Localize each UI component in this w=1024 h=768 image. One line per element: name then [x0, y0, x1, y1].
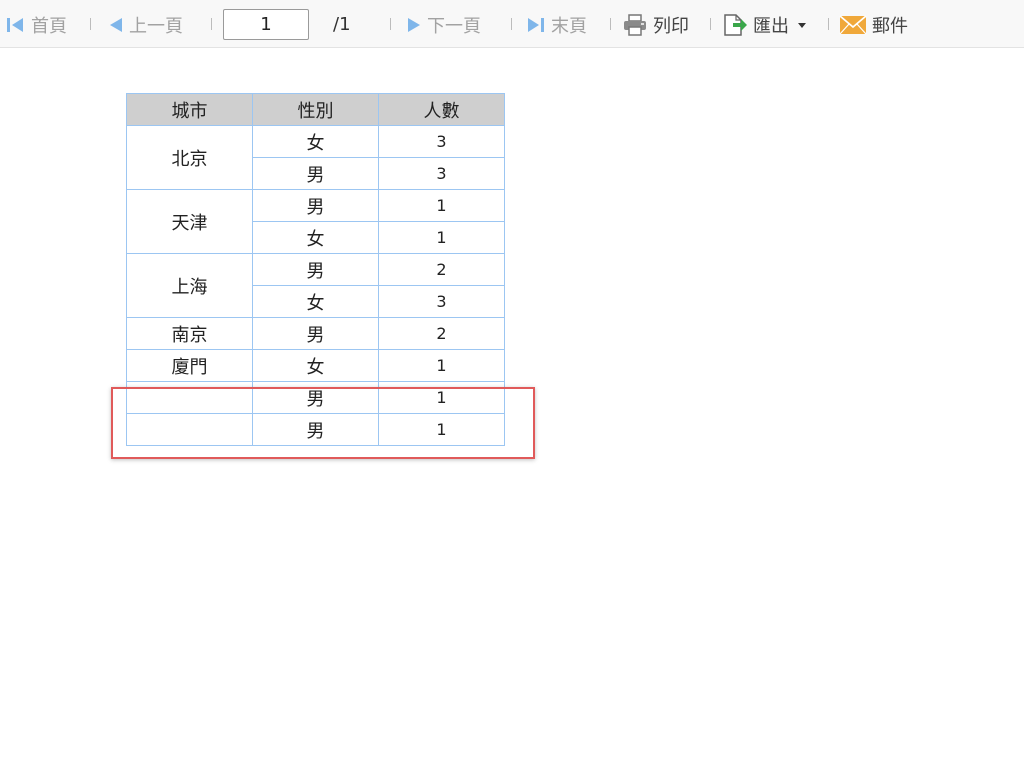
- count-cell: 1: [378, 413, 505, 446]
- first-page-button[interactable]: 首頁: [6, 14, 67, 37]
- mail-button[interactable]: 郵件: [839, 14, 908, 37]
- report-table: 城市 性別 人數 北京女 3 男 3 天津男 1 女 1 上海男 2 女 3 南京男 2 廈門女 1 男 1 男 1: [126, 93, 505, 446]
- first-page-icon: [7, 18, 23, 32]
- city-cell: 北京: [126, 125, 253, 190]
- export-icon: [724, 14, 747, 36]
- print-label: 列印: [653, 16, 689, 37]
- mail-label: 郵件: [872, 16, 908, 37]
- last-page-label: 末頁: [551, 16, 587, 37]
- gender-cell: 男: [252, 381, 379, 414]
- toolbar-divider: [390, 18, 391, 30]
- table-row: 男1: [126, 381, 505, 414]
- first-page-label: 首頁: [31, 16, 67, 37]
- count-cell: 1: [378, 381, 505, 414]
- column-header-gender: 性別: [252, 93, 379, 126]
- printer-icon: [624, 14, 646, 36]
- gender-cell: 女: [252, 349, 379, 382]
- column-header-city: 城市: [126, 93, 253, 126]
- table-header-row: 城市 性別 人數: [126, 93, 505, 126]
- count-cell: 1: [378, 189, 505, 222]
- next-page-label: 下一頁: [427, 16, 481, 37]
- city-cell: [126, 381, 253, 414]
- gender-cell: 男: [252, 413, 379, 446]
- gender-cell: 女: [252, 221, 379, 254]
- toolbar-divider: [90, 18, 91, 30]
- toolbar-divider: [710, 18, 711, 30]
- print-button[interactable]: 列印: [622, 14, 689, 37]
- last-page-icon: [528, 18, 544, 32]
- count-cell: 1: [378, 221, 505, 254]
- mail-icon: [839, 15, 867, 35]
- toolbar-divider: [511, 18, 512, 30]
- count-cell: 3: [378, 285, 505, 318]
- count-cell: 2: [378, 253, 505, 286]
- table-row: 北京女 3: [126, 125, 505, 190]
- count-cell: 3: [378, 157, 505, 190]
- gender-cell: 男: [252, 157, 379, 190]
- export-button[interactable]: 匯出: [722, 14, 809, 37]
- count-cell: 3: [378, 125, 505, 158]
- table-row: 南京男 2: [126, 317, 505, 350]
- toolbar-divider: [828, 18, 829, 30]
- report-toolbar: 首頁 上一頁 /1 下一頁 末頁 列印: [0, 0, 1024, 48]
- count-cell: 2: [378, 317, 505, 350]
- toolbar-divider: [610, 18, 611, 30]
- table-row: 上海男 2: [126, 253, 505, 318]
- page-number-input[interactable]: [223, 9, 309, 40]
- chevron-down-icon: [798, 23, 806, 28]
- city-cell: 上海: [126, 253, 253, 318]
- column-header-count: 人數: [378, 93, 505, 126]
- prev-page-button[interactable]: 上一頁: [108, 14, 183, 37]
- last-page-button[interactable]: 末頁: [526, 14, 587, 37]
- gender-cell: 男: [252, 317, 379, 350]
- gender-cell: 女: [252, 285, 379, 318]
- city-cell: [126, 413, 253, 446]
- prev-page-label: 上一頁: [129, 16, 183, 37]
- prev-page-icon: [110, 18, 122, 32]
- table-row: 男1: [126, 413, 505, 446]
- gender-cell: 男: [252, 253, 379, 286]
- city-cell: 天津: [126, 189, 253, 254]
- toolbar-divider: [211, 18, 212, 30]
- gender-cell: 男: [252, 189, 379, 222]
- count-cell: 1: [378, 349, 505, 382]
- table-row: 廈門女 1: [126, 349, 505, 382]
- export-label: 匯出: [753, 16, 789, 37]
- page-total-label: /1: [333, 14, 351, 35]
- next-page-button[interactable]: 下一頁: [406, 14, 481, 37]
- city-cell: 南京: [126, 317, 253, 350]
- gender-cell: 女: [252, 125, 379, 158]
- table-row: 天津男 1: [126, 189, 505, 254]
- next-page-icon: [408, 18, 420, 32]
- city-cell: 廈門: [126, 349, 253, 382]
